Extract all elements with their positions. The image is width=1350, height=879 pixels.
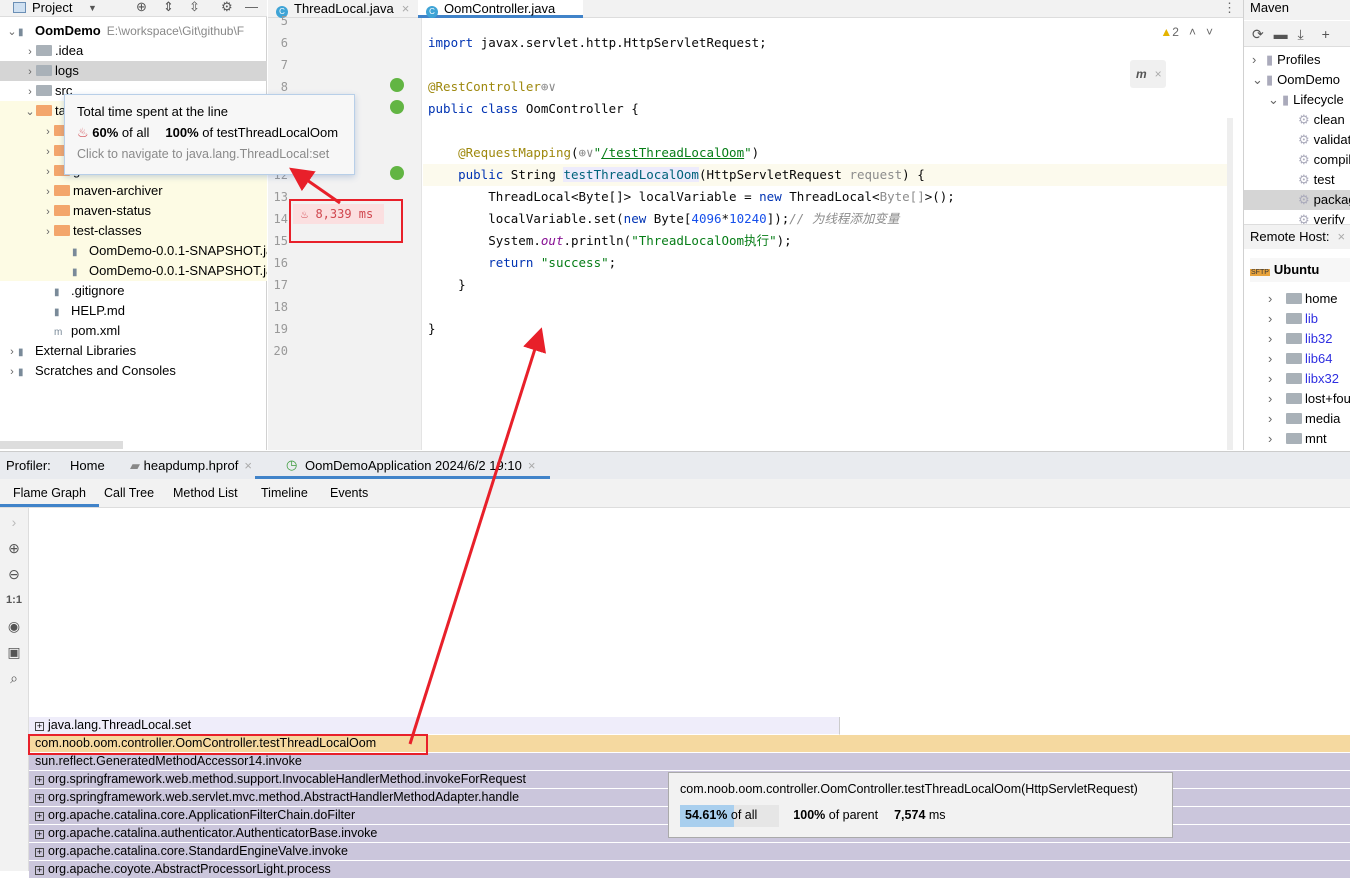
arrow-to-tooltip [289,167,341,205]
arrow-to-code [408,327,547,745]
annotation-arrows [289,167,547,745]
